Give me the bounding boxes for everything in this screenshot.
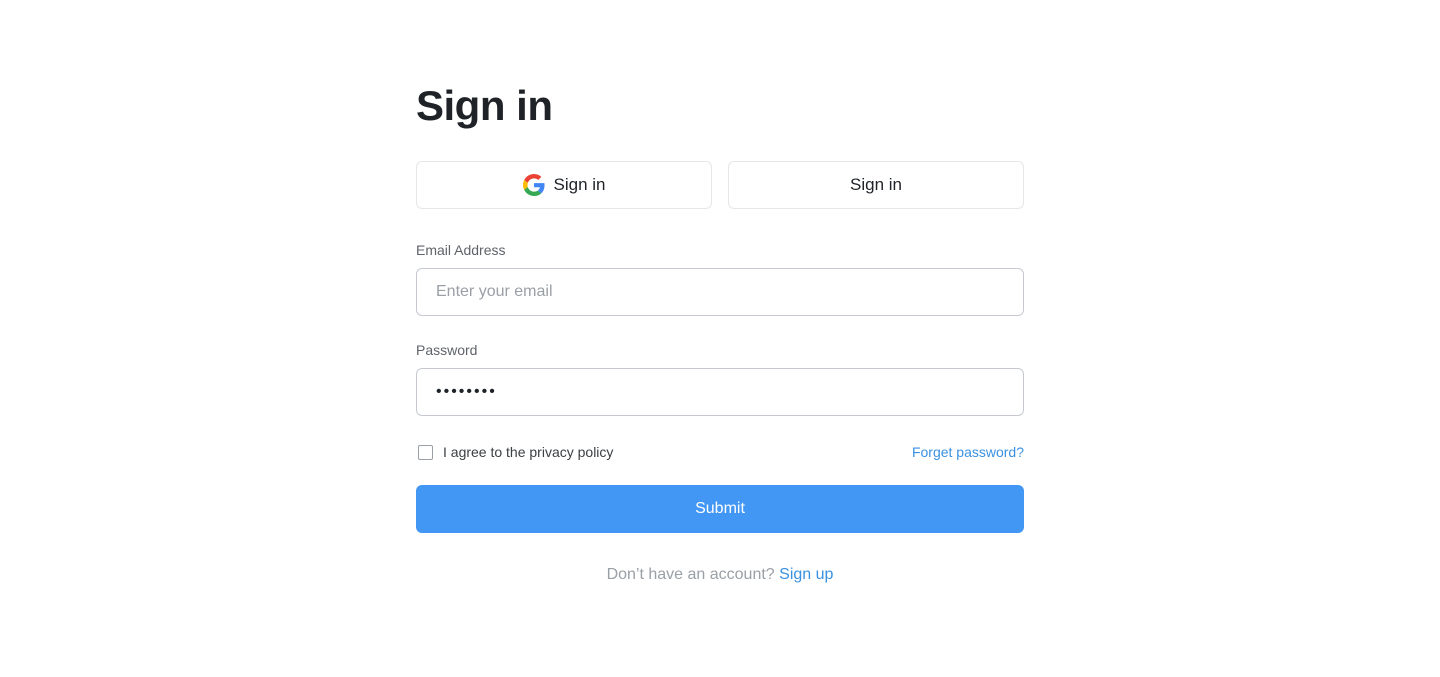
submit-button[interactable]: Submit — [416, 485, 1024, 533]
signup-prompt: Don’t have an account? Sign up — [416, 566, 1024, 584]
sign-in-page: Sign in Sign in Sign in Email Address En… — [0, 0, 1440, 677]
social-sign-in-row: Sign in Sign in — [416, 161, 1024, 209]
signup-prompt-text: Don’t have an account? — [606, 566, 775, 583]
sign-in-card: Sign in Sign in Sign in Email Address En… — [416, 82, 1024, 584]
page-title: Sign in — [416, 82, 553, 129]
privacy-agreement-label: I agree to the privacy policy — [443, 444, 614, 460]
privacy-agreement: I agree to the privacy policy — [416, 444, 613, 460]
forgot-password-link[interactable]: Forget password? — [912, 444, 1024, 460]
google-sign-in-label: Sign in — [553, 175, 606, 194]
privacy-checkbox[interactable] — [418, 444, 433, 460]
google-sign-in-button[interactable]: Sign in — [416, 161, 712, 209]
google-icon — [522, 174, 545, 196]
email-input[interactable] — [416, 268, 1024, 316]
alternate-sign-in-label: Sign in — [850, 175, 902, 194]
form-options-row: I agree to the privacy policy Forget pas… — [416, 442, 1024, 462]
alternate-sign-in-button[interactable]: Sign in — [728, 161, 1024, 209]
password-label: Password — [416, 342, 478, 358]
password-input[interactable] — [416, 368, 1024, 416]
signup-link[interactable]: Sign up — [779, 566, 833, 583]
email-label: Email Address — [416, 242, 506, 258]
